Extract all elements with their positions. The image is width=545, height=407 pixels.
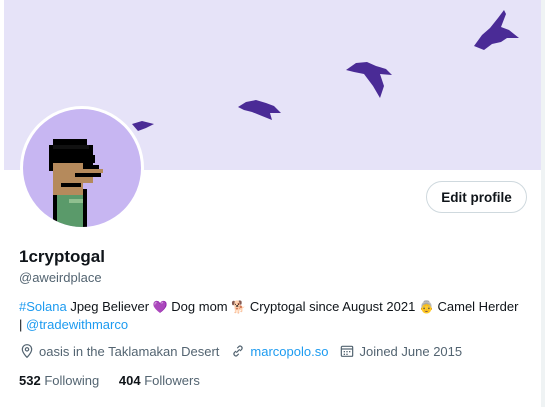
followers-label: Followers [144,373,200,388]
followers-count: 404 [118,373,141,388]
profile-meta: oasis in the Taklamakan Desert marcopolo… [19,343,473,359]
joined-item: Joined June 2015 [339,343,462,359]
calendar-icon [341,345,354,357]
location-item: oasis in the Taklamakan Desert [19,343,219,359]
avatar-image [23,109,141,227]
avatar[interactable] [20,106,144,230]
website-item[interactable]: marcopolo.so [230,343,328,359]
location-pin-icon [21,344,33,359]
bio-text-1: Jpeg Believer [66,299,153,314]
bio-text-3: Cryptogal since August 2021 [246,299,419,314]
following-link[interactable]: 532 Following [19,373,99,388]
profile-handle: @aweirdplace [19,270,102,285]
following-count: 532 [19,373,41,388]
purple-heart-emoji: 💜 [152,300,168,314]
joined-text: Joined June 2015 [359,343,463,359]
followers-link[interactable]: 404 Followers [119,373,200,388]
old-woman-emoji: 👵 [418,300,434,314]
profile-bio: #Solana Jpeg Believer 💜 Dog mom 🐕 Crypto… [19,298,519,334]
punk-avatar-art [49,139,103,227]
profile-name: 1cryptogal [19,247,105,266]
following-label: Following [44,373,100,388]
website-link[interactable]: marcopolo.so [250,344,328,359]
mention-link[interactable]: @tradewithmarco [26,317,128,332]
crow-shape-4 [132,121,154,131]
link-icon [233,345,244,357]
hashtag-link[interactable]: #Solana [19,299,67,314]
crow-shape-2 [346,62,392,98]
column-border [541,0,545,407]
dog-emoji: 🐕 [231,300,247,314]
bio-text-2: Dog mom [167,299,232,314]
follow-stats: 532 Following 404 Followers [19,373,216,388]
crow-shape-3 [238,100,281,120]
location-text: oasis in the Taklamakan Desert [39,343,220,359]
edit-profile-button[interactable]: Edit profile [426,181,527,213]
crow-shape-1 [474,10,519,50]
